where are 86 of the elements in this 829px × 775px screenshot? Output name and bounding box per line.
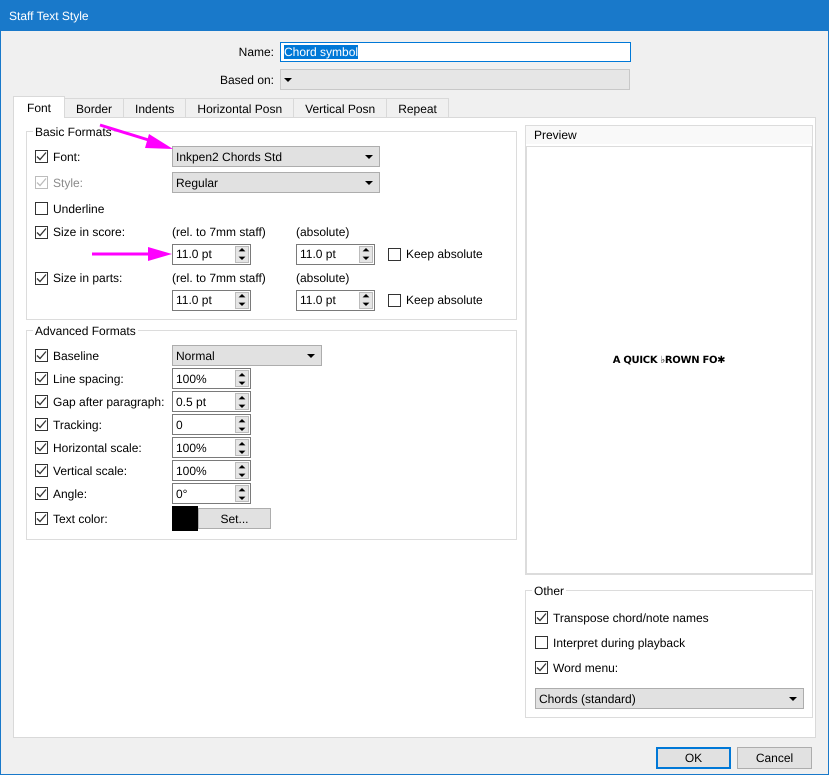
spin-buttons[interactable] xyxy=(235,439,249,456)
group-title: Preview xyxy=(526,126,812,144)
checkbox[interactable] xyxy=(535,661,548,674)
option-label: Interpret during playback xyxy=(553,636,686,650)
checkbox[interactable] xyxy=(35,202,48,215)
spin-field[interactable]: 11.0 pt xyxy=(172,244,251,264)
spin-field[interactable]: 100% xyxy=(172,368,251,389)
spin-buttons[interactable] xyxy=(359,292,373,308)
caption: (absolute) xyxy=(296,271,350,285)
checkbox[interactable] xyxy=(35,418,48,431)
dropdown[interactable]: Inkpen2 Chords Std xyxy=(172,146,380,167)
checkbox[interactable] xyxy=(35,226,48,238)
option-label: Style: xyxy=(53,176,84,190)
spin-buttons[interactable] xyxy=(235,485,249,502)
checkbox[interactable] xyxy=(535,611,548,624)
option-label: Line spacing: xyxy=(53,372,124,386)
spin-field[interactable]: 11.0 pt xyxy=(172,290,251,310)
option-label: Text color: xyxy=(53,512,108,526)
option-label: Horizontal scale: xyxy=(53,440,142,454)
option-label: Transpose chord/note names xyxy=(553,610,709,624)
set-button[interactable]: Set... xyxy=(198,508,271,529)
spin-buttons[interactable] xyxy=(235,246,249,262)
option-label: Font: xyxy=(53,150,80,164)
preview-sample-text: A QUICK ♭ROWN FO✱ xyxy=(612,354,726,366)
group-title: Basic Formats xyxy=(33,125,114,139)
checkbox[interactable] xyxy=(535,636,548,649)
spin-buttons[interactable] xyxy=(235,292,249,308)
option-label: Keep absolute xyxy=(406,293,483,307)
dropdown[interactable]: Normal xyxy=(172,345,322,366)
caption: (rel. to 7mm staff) xyxy=(172,271,267,285)
caret-icon xyxy=(789,696,797,700)
spin-buttons[interactable] xyxy=(235,462,249,479)
color-swatch[interactable] xyxy=(172,506,198,531)
checkbox[interactable] xyxy=(35,395,48,408)
cancel-button[interactable]: Cancel xyxy=(737,747,812,769)
caret-icon xyxy=(284,78,292,82)
spin-buttons[interactable] xyxy=(235,416,249,433)
spin-field[interactable]: 0.5 pt xyxy=(172,391,251,412)
spin-field[interactable]: 0° xyxy=(172,483,251,504)
name-field[interactable]: Chord symbol xyxy=(280,42,631,62)
spin-field[interactable]: 100% xyxy=(172,437,251,458)
dropdown-value: Normal xyxy=(176,348,215,362)
checkbox[interactable] xyxy=(35,487,48,500)
dropdown-value: Inkpen2 Chords Std xyxy=(176,150,282,164)
checkbox[interactable] xyxy=(35,349,48,362)
tab[interactable]: Repeat xyxy=(386,98,449,118)
option-label: Vertical scale: xyxy=(53,464,128,478)
checkbox[interactable] xyxy=(35,272,48,284)
option-label: Baseline xyxy=(53,348,100,362)
checkbox[interactable] xyxy=(388,248,401,260)
spin-field[interactable]: 100% xyxy=(172,460,251,481)
checkbox[interactable] xyxy=(35,464,48,477)
option-label: Size in score: xyxy=(53,225,126,239)
caret-icon xyxy=(365,154,373,158)
ok-button[interactable]: OK xyxy=(656,747,731,769)
option-label: Gap after paragraph: xyxy=(53,394,164,408)
spin-buttons[interactable] xyxy=(235,393,249,410)
checkbox[interactable] xyxy=(35,512,48,525)
option-label: Word menu: xyxy=(553,660,618,674)
option-label: Keep absolute xyxy=(406,247,483,261)
group-title: Advanced Formats xyxy=(33,324,138,338)
spin-field[interactable]: 11.0 pt xyxy=(296,290,375,310)
caret-icon xyxy=(365,180,373,184)
spin-field[interactable]: 11.0 pt xyxy=(296,244,375,264)
dropdown-value: Regular xyxy=(176,176,218,190)
checkbox[interactable] xyxy=(388,294,401,306)
checkbox[interactable] xyxy=(35,372,48,385)
dropdown[interactable]: Chords (standard) xyxy=(535,688,804,709)
window-title: Staff Text Style xyxy=(9,9,89,23)
spin-field[interactable]: 0 xyxy=(172,414,251,435)
checkbox[interactable] xyxy=(35,441,48,454)
option-label: Size in parts: xyxy=(53,271,122,285)
caption: (rel. to 7mm staff) xyxy=(172,225,267,239)
checkbox[interactable] xyxy=(35,150,48,163)
field-label: Name: xyxy=(238,45,274,59)
group-title: Other xyxy=(532,584,566,598)
spin-buttons[interactable] xyxy=(359,246,373,262)
option-label: Tracking: xyxy=(53,418,102,432)
dropdown-value: Chords (standard) xyxy=(539,692,636,706)
tab[interactable]: Font xyxy=(13,96,66,118)
caption: (absolute) xyxy=(296,225,350,239)
spin-buttons[interactable] xyxy=(235,370,249,387)
field-label: Based on: xyxy=(218,72,274,86)
caret-icon xyxy=(307,354,315,358)
option-label: Underline xyxy=(53,202,104,216)
option-label: Angle: xyxy=(53,486,88,500)
